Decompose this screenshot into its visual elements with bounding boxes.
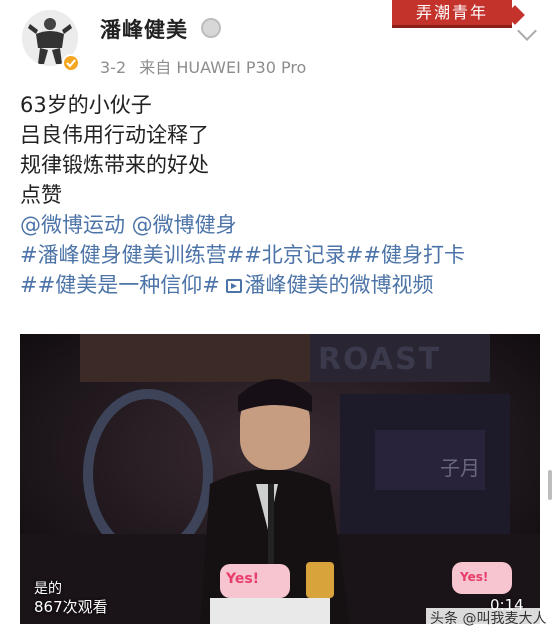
sticker-label: Yes! bbox=[226, 571, 260, 587]
post-source: 来自 HUAWEI P30 Pro bbox=[139, 58, 307, 77]
chevron-down-icon[interactable] bbox=[517, 21, 537, 41]
hashtag-links[interactable]: #潘峰健身健美训练营##北京记录##健身打卡 bbox=[20, 240, 540, 270]
brand-tag: 弄潮青年 bbox=[392, 0, 512, 28]
video-player[interactable]: ROAST Yes! Yes! 子月 是的 867次观看 0:14 bbox=[20, 334, 540, 624]
sticker-label-2: Yes! bbox=[460, 570, 489, 584]
watermark: 头条 @叫我麦大人 bbox=[426, 608, 551, 628]
view-count: 867次观看 bbox=[34, 598, 108, 616]
post-header: 潘峰健美 3-2 来自 HUAWEI P30 Pro 弄潮青年 bbox=[0, 0, 558, 82]
roast-sign: ROAST bbox=[318, 342, 442, 377]
verified-badge-icon bbox=[62, 54, 80, 72]
hashtag-link[interactable]: ##健美是一种信仰# bbox=[20, 273, 226, 297]
post-line: 点赞 bbox=[20, 183, 62, 207]
post-content: 63岁的小伙子 吕良伟用行动诠释了 规律锻炼带来的好处 点赞 @微博运动 @微博… bbox=[20, 90, 540, 300]
post-line: 吕良伟用行动诠释了 bbox=[20, 123, 209, 147]
scrollbar[interactable] bbox=[548, 470, 552, 500]
post-date: 3-2 bbox=[100, 58, 127, 77]
hashtag-links-2: ##健美是一种信仰# 潘峰健美的微博视频 bbox=[20, 270, 540, 300]
sign-extra: 子月 bbox=[440, 456, 480, 480]
user-name[interactable]: 潘峰健美 bbox=[100, 14, 188, 44]
mention-links[interactable]: @微博运动 @微博健身 bbox=[20, 210, 540, 240]
medal-icon bbox=[201, 18, 221, 38]
video-link[interactable]: 潘峰健美的微博视频 bbox=[244, 273, 433, 297]
video-link-icon bbox=[226, 279, 243, 293]
post-line: 规律锻炼带来的好处 bbox=[20, 153, 209, 177]
post-meta: 3-2 来自 HUAWEI P30 Pro bbox=[100, 54, 314, 78]
views-prefix: 是的 bbox=[34, 581, 62, 597]
post-line: 63岁的小伙子 bbox=[20, 93, 152, 117]
